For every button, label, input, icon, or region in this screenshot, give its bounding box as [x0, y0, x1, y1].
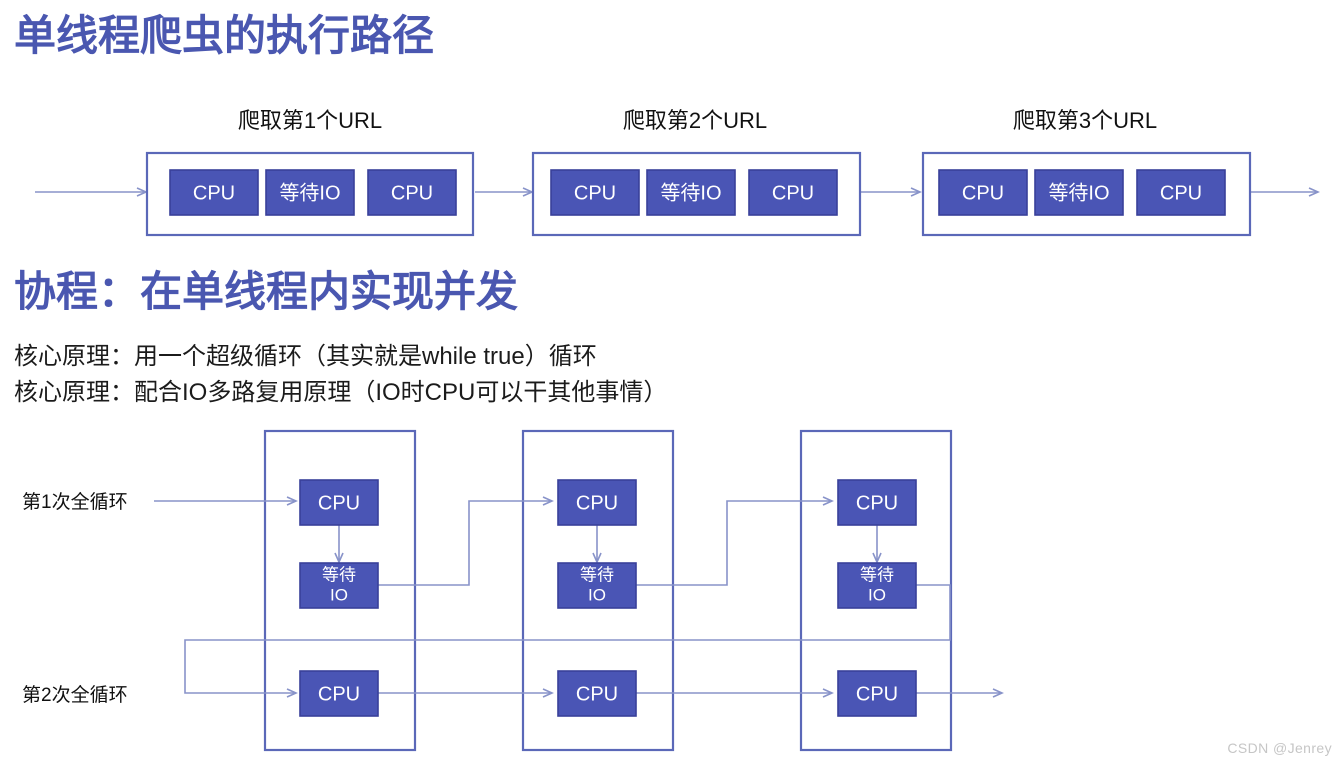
step-label: CPU: [772, 182, 814, 204]
coroutine-box-c3-cpu-round1: CPU: [837, 479, 917, 526]
coroutine-box-c3-cpu-round2: CPU: [837, 670, 917, 717]
coroutine-box-c2-wait-round1: 等待 IO: [557, 562, 637, 609]
step-label: CPU: [962, 182, 1004, 204]
coroutine-box-c1-cpu-round1: CPU: [299, 479, 379, 526]
coroutine-box-c2-cpu-round1: CPU: [557, 479, 637, 526]
step-box-wait-1: 等待IO: [265, 169, 355, 216]
box-label-wait-top: 等待: [322, 565, 356, 584]
step-box-cpu-1b: CPU: [367, 169, 457, 216]
diagram-svg: CPU 等待IO CPU CPU 等待IO CPU CPU 等待IO CPU C…: [35, 151, 1320, 752]
box-label: CPU: [856, 492, 898, 514]
url-group-1: CPU 等待IO CPU: [145, 151, 475, 237]
coroutine-box-c2-cpu-round2: CPU: [557, 670, 637, 717]
step-label: CPU: [391, 182, 433, 204]
step-box-wait-2: 等待IO: [646, 169, 736, 216]
step-box-cpu-1a: CPU: [169, 169, 259, 216]
box-label: CPU: [318, 492, 360, 514]
step-label: 等待IO: [279, 181, 340, 204]
step-label: 等待IO: [1048, 181, 1109, 204]
watermark: CSDN @Jenrey: [1227, 740, 1332, 756]
step-box-cpu-2a: CPU: [550, 169, 640, 216]
step-box-cpu-2b: CPU: [748, 169, 838, 216]
box-label: CPU: [576, 683, 618, 705]
step-label: CPU: [574, 182, 616, 204]
coroutine-diagram: CPU 等待 IO CPU CPU 等待 IO CPU CPU 等待 IO CP…: [154, 429, 1004, 752]
col1-wait-to-col2-cpu-connector: [378, 496, 554, 586]
url-group-3: CPU 等待IO CPU: [921, 151, 1252, 237]
step-box-cpu-3a: CPU: [938, 169, 1028, 216]
step-label: CPU: [193, 182, 235, 204]
single-thread-diagram: CPU 等待IO CPU CPU 等待IO CPU CPU 等待IO CPU: [35, 151, 1320, 237]
box-label-wait-bottom: IO: [588, 585, 606, 604]
box-label: CPU: [856, 683, 898, 705]
step-box-wait-3b: CPU: [1136, 169, 1226, 216]
col2-wait-to-col3-cpu-connector: [636, 496, 834, 586]
slide-canvas: 单线程爬虫的执行路径 爬取第1个URL 爬取第2个URL 爬取第3个URL 协程…: [0, 0, 1342, 764]
box-label-wait-top: 等待: [860, 565, 894, 584]
box-label: CPU: [576, 492, 618, 514]
coroutine-box-c3-wait-round1: 等待 IO: [837, 562, 917, 609]
url-group-2: CPU 等待IO CPU: [531, 151, 862, 237]
step-label: CPU: [1160, 182, 1202, 204]
coroutine-box-c1-wait-round1: 等待 IO: [299, 562, 379, 609]
box-label: CPU: [318, 683, 360, 705]
step-label: 等待IO: [660, 181, 721, 204]
box-label-wait-top: 等待: [580, 565, 614, 584]
step-box-wait-3: 等待IO: [1034, 169, 1124, 216]
coroutine-box-c1-cpu-round2: CPU: [299, 670, 379, 717]
box-label-wait-bottom: IO: [868, 585, 886, 604]
box-label-wait-bottom: IO: [330, 585, 348, 604]
